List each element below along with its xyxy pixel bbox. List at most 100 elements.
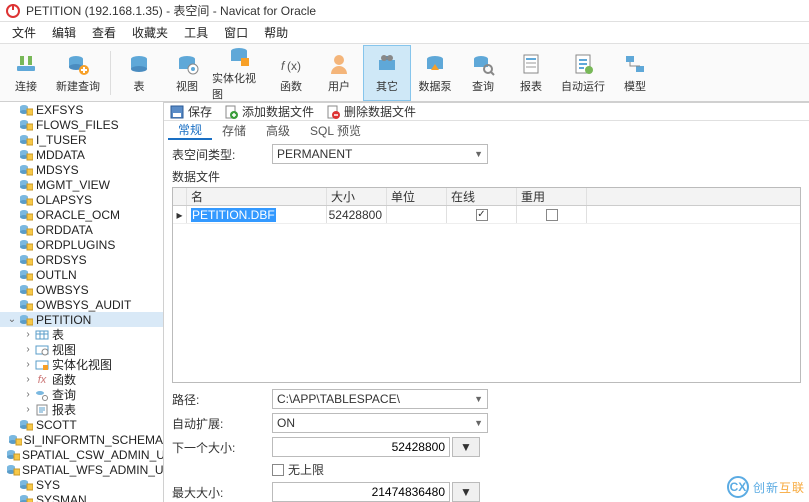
tree-schema[interactable]: SI_INFORMTN_SCHEMA [0, 432, 163, 447]
tree-schema[interactable]: MDSYS [0, 162, 163, 177]
path-select[interactable]: C:\APP\TABLESPACE\ ▼ [272, 389, 488, 409]
cell-reuse[interactable] [517, 206, 587, 223]
autoextend-select[interactable]: ON ▼ [272, 413, 488, 433]
tree-schema[interactable]: MGMT_VIEW [0, 177, 163, 192]
tree-child-report[interactable]: › 报表 [0, 402, 163, 417]
table-row[interactable]: ▸ PETITION.DBF 52428800 [173, 206, 800, 224]
add-datafile-button[interactable]: 添加数据文件 [224, 103, 314, 120]
toolbar-auto[interactable]: 自动运行 [555, 45, 611, 101]
toolbar-table[interactable]: 表 [115, 45, 163, 101]
cell-online[interactable] [447, 206, 517, 223]
col-reuse[interactable]: 重用 [517, 188, 587, 205]
menu-bar: 文件 编辑 查看 收藏夹 工具 窗口 帮助 [0, 22, 809, 44]
menu-edit[interactable]: 编辑 [44, 24, 84, 41]
tree-schema[interactable]: I_TUSER [0, 132, 163, 147]
maxsize-input[interactable] [272, 482, 450, 502]
menu-help[interactable]: 帮助 [256, 24, 296, 41]
tree-schema[interactable]: SYSMAN [0, 492, 163, 502]
schema-icon [18, 208, 34, 222]
tree-schema[interactable]: ⌄ PETITION [0, 312, 163, 327]
object-tree-sidebar[interactable]: EXFSYSFLOWS_FILESI_TUSERMDDATAMDSYSMGMT_… [0, 102, 164, 502]
tree-child-view[interactable]: ›视图 [0, 342, 163, 357]
query-icon [471, 52, 495, 76]
tree-child-table[interactable]: ›表 [0, 327, 163, 342]
toolbar-func[interactable]: f(x)函数 [267, 45, 315, 101]
tab-storage[interactable]: 存储 [212, 122, 256, 139]
schema-icon [18, 193, 34, 207]
tree-label: 报表 [52, 401, 76, 418]
tree-schema[interactable]: SPATIAL_WFS_ADMIN_US [0, 462, 163, 477]
tree-child-mview[interactable]: ›实体化视图 [0, 357, 163, 372]
col-online[interactable]: 在线 [447, 188, 517, 205]
toolbar-label: 视图 [176, 78, 198, 94]
tree-schema[interactable]: ORDDATA [0, 222, 163, 237]
schema-icon [18, 148, 34, 162]
tree-schema[interactable]: OUTLN [0, 267, 163, 282]
path-label: 路径: [172, 391, 272, 408]
expander-icon[interactable]: › [22, 389, 34, 400]
delete-datafile-button[interactable]: 删除数据文件 [326, 103, 416, 120]
tree-schema[interactable]: FLOWS_FILES [0, 117, 163, 132]
tree-schema[interactable]: OWBSYS_AUDIT [0, 297, 163, 312]
expander-icon[interactable]: › [22, 404, 34, 415]
menu-tools[interactable]: 工具 [176, 24, 216, 41]
menu-fav[interactable]: 收藏夹 [124, 24, 176, 41]
tree-schema[interactable]: OWBSYS [0, 282, 163, 297]
schema-icon [6, 448, 20, 462]
unlimited-checkbox[interactable]: 无上限 [272, 461, 324, 478]
toolbar-model[interactable]: 模型 [611, 45, 659, 101]
nextsize-unit-button[interactable]: ▼ [452, 437, 480, 457]
col-unit[interactable]: 单位 [387, 188, 447, 205]
toolbar-mview[interactable]: 实体化视图 [211, 45, 267, 101]
tree-schema[interactable]: ORDSYS [0, 252, 163, 267]
cell-unit[interactable] [387, 206, 447, 223]
toolbar-view[interactable]: 视图 [163, 45, 211, 101]
tree-schema[interactable]: EXFSYS [0, 102, 163, 117]
expander-icon[interactable]: › [22, 329, 34, 340]
tab-general[interactable]: 常规 [168, 121, 212, 140]
tree-schema[interactable]: SCOTT [0, 417, 163, 432]
save-button[interactable]: 保存 [170, 103, 212, 120]
svg-text:f: f [281, 59, 286, 73]
tree-label: SPATIAL_CSW_ADMIN_US [22, 448, 164, 462]
tablespace-type-select[interactable]: PERMANENT ▼ [272, 144, 488, 164]
tree-schema[interactable]: ORDPLUGINS [0, 237, 163, 252]
menu-window[interactable]: 窗口 [216, 24, 256, 41]
schema-icon [18, 478, 34, 492]
table-icon [127, 52, 151, 76]
tree-child-query[interactable]: ›查询 [0, 387, 163, 402]
tab-advanced[interactable]: 高级 [256, 122, 300, 139]
toolbar-datapump[interactable]: 数据泵 [411, 45, 459, 101]
tree-child-fx[interactable]: ›fx函数 [0, 372, 163, 387]
tab-sql-preview[interactable]: SQL 预览 [300, 122, 371, 139]
toolbar-report[interactable]: 报表 [507, 45, 555, 101]
fx-icon: fx [34, 373, 50, 387]
nextsize-input[interactable] [272, 437, 450, 457]
cell-name[interactable]: PETITION.DBF [187, 206, 327, 223]
tree-schema[interactable]: ORACLE_OCM [0, 207, 163, 222]
toolbar-query[interactable]: 查询 [459, 45, 507, 101]
cell-size[interactable]: 52428800 [327, 206, 387, 223]
maxsize-unit-button[interactable]: ▼ [452, 482, 480, 502]
tree-schema[interactable]: OLAPSYS [0, 192, 163, 207]
menu-file[interactable]: 文件 [4, 24, 44, 41]
tree-label: I_TUSER [36, 133, 87, 147]
tree-label: SYSMAN [36, 493, 87, 502]
tree-schema[interactable]: SYS [0, 477, 163, 492]
toolbar-connect[interactable]: 连接 [2, 45, 50, 101]
datafiles-grid[interactable]: 名 大小 单位 在线 重用 ▸ PETITION.DBF 52428800 [172, 187, 801, 383]
tree-schema[interactable]: SPATIAL_CSW_ADMIN_US [0, 447, 163, 462]
toolbar-other[interactable]: 其它 [363, 45, 411, 101]
col-name[interactable]: 名 [187, 188, 327, 205]
toolbar-user[interactable]: 用户 [315, 45, 363, 101]
tree-label: PETITION [36, 313, 91, 327]
toolbar-newquery[interactable]: 新建查询 [50, 45, 106, 101]
col-size[interactable]: 大小 [327, 188, 387, 205]
expander-icon[interactable]: › [22, 374, 34, 385]
expander-icon[interactable]: › [22, 359, 34, 370]
expander-icon[interactable]: ⌄ [6, 314, 18, 325]
expander-icon[interactable]: › [22, 344, 34, 355]
menu-view[interactable]: 查看 [84, 24, 124, 41]
autoextend-label: 自动扩展: [172, 415, 272, 432]
tree-schema[interactable]: MDDATA [0, 147, 163, 162]
